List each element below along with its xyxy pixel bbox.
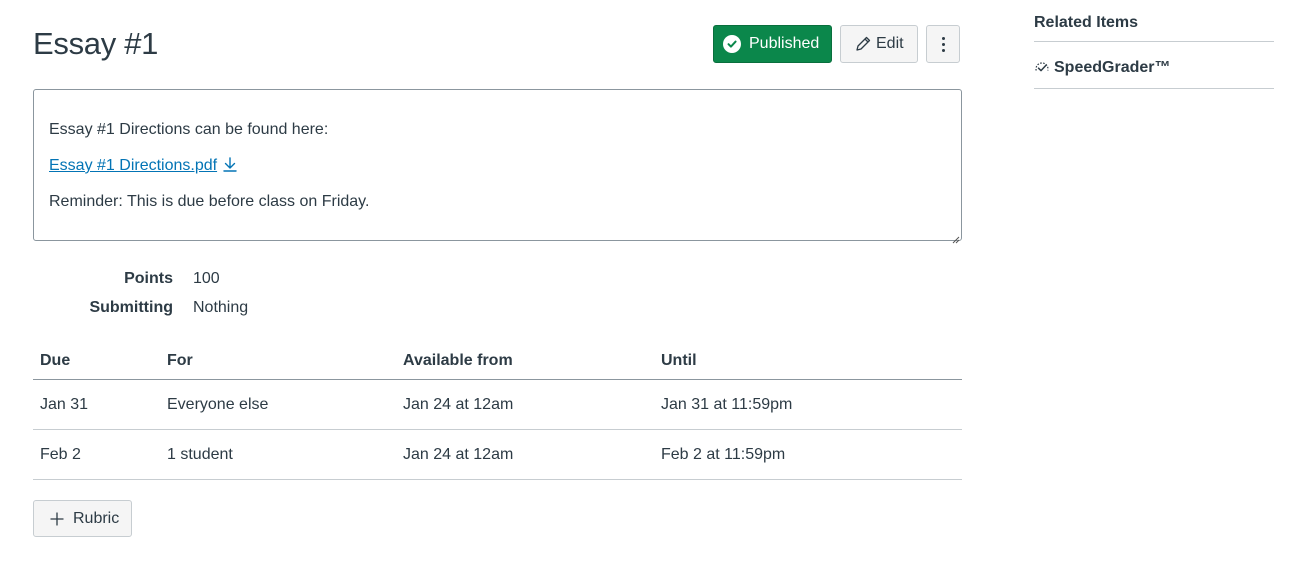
description-intro: Essay #1 Directions can be found here: xyxy=(49,121,329,138)
until-cell: Feb 2 at 11:59pm xyxy=(654,429,962,480)
speedgrader-icon xyxy=(1034,60,1050,76)
published-label: Published xyxy=(749,35,820,52)
detail-row-points: Points 100 xyxy=(33,264,433,293)
speedgrader-link[interactable]: SpeedGrader™ xyxy=(1034,58,1170,78)
due-cell: Jan 31 xyxy=(33,379,160,430)
detail-row-submitting: Submitting Nothing xyxy=(33,293,433,322)
available-from-cell: Jan 24 at 12am xyxy=(396,379,654,430)
speedgrader-label: SpeedGrader™ xyxy=(1054,59,1171,76)
due-cell: Feb 2 xyxy=(33,429,160,480)
due-dates-table: Due For Available from Until Jan 31 Ever… xyxy=(33,343,962,480)
download-icon[interactable] xyxy=(222,156,238,179)
published-button[interactable]: Published xyxy=(713,25,832,63)
description-attachment: Essay #1 Directions.pdf xyxy=(49,156,238,179)
column-header-until: Until xyxy=(654,343,962,380)
divider xyxy=(1034,88,1274,89)
points-value: 100 xyxy=(193,269,220,287)
more-options-button[interactable] xyxy=(926,25,960,63)
check-circle-icon xyxy=(723,35,741,53)
directions-file-link[interactable]: Essay #1 Directions.pdf xyxy=(49,157,217,174)
pencil-icon xyxy=(854,35,872,53)
kebab-icon xyxy=(941,36,945,52)
plus-icon xyxy=(50,511,64,526)
assignment-details: Points 100 Submitting Nothing xyxy=(33,264,433,322)
add-rubric-button[interactable]: Rubric xyxy=(33,500,132,537)
description-reminder: Reminder: This is due before class on Fr… xyxy=(49,193,370,210)
until-cell: Jan 31 at 11:59pm xyxy=(654,379,962,430)
column-header-available-from: Available from xyxy=(396,343,654,380)
rubric-label: Rubric xyxy=(73,509,120,527)
table-header-row: Due For Available from Until xyxy=(33,343,962,380)
edit-button[interactable]: Edit xyxy=(840,25,918,63)
points-label: Points xyxy=(124,269,173,287)
submitting-value: Nothing xyxy=(193,298,249,316)
table-row: Feb 2 1 student Jan 24 at 12am Feb 2 at … xyxy=(33,429,962,480)
table-row: Jan 31 Everyone else Jan 24 at 12am Jan … xyxy=(33,379,962,430)
for-cell: Everyone else xyxy=(160,379,396,430)
submitting-label: Submitting xyxy=(89,298,173,316)
assignment-description: Essay #1 Directions can be found here: E… xyxy=(33,89,962,244)
divider xyxy=(1034,41,1274,42)
available-from-cell: Jan 24 at 12am xyxy=(396,429,654,480)
column-header-due: Due xyxy=(33,343,160,380)
edit-label: Edit xyxy=(876,35,904,52)
for-cell: 1 student xyxy=(160,429,396,480)
resize-handle-icon[interactable] xyxy=(952,231,960,244)
column-header-for: For xyxy=(160,343,396,380)
related-items-heading: Related Items xyxy=(1034,14,1139,31)
page-title: Essay #1 xyxy=(33,26,159,61)
